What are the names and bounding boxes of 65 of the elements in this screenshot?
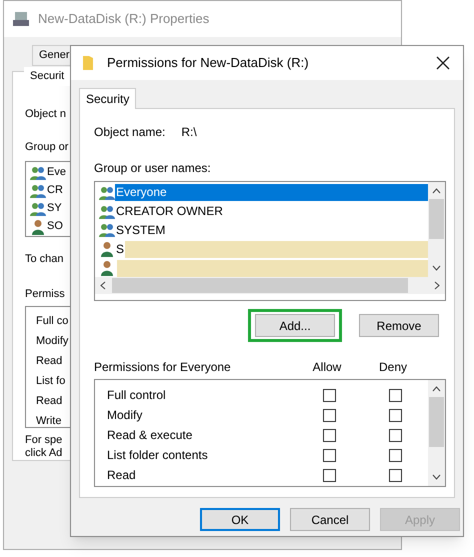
scrollbar[interactable] <box>95 277 445 294</box>
permission-name: Write <box>36 414 62 429</box>
button[interactable]: Add... <box>255 314 335 337</box>
list-item[interactable]: Eve <box>47 164 66 181</box>
close-icon <box>436 56 450 70</box>
permission-name: Read <box>36 354 62 369</box>
scroll-thumb[interactable] <box>429 199 444 239</box>
scroll-thumb[interactable] <box>112 278 408 293</box>
column-header: Allow <box>312 359 342 376</box>
people-icon <box>99 222 115 238</box>
scrollbar[interactable] <box>428 380 445 486</box>
label: Group or <box>25 140 68 154</box>
checkbox[interactable] <box>388 428 402 442</box>
window-title: New-DataDisk (R:) Properties <box>38 10 210 28</box>
scrollbar[interactable] <box>428 182 445 277</box>
folder-icon <box>83 56 93 70</box>
object-name: R:\ <box>181 124 197 141</box>
label: Permiss <box>25 286 65 302</box>
list-item[interactable]: S <box>115 240 126 258</box>
button[interactable]: Remove <box>359 314 439 337</box>
checkbox[interactable] <box>388 448 402 462</box>
button[interactable]: OK <box>200 508 280 531</box>
permission-name: Read & execute <box>107 427 194 444</box>
button[interactable]: Cancel <box>290 508 370 531</box>
person-icon <box>99 260 115 276</box>
people-icon <box>99 204 115 220</box>
permission-name: Full control <box>107 387 167 404</box>
label: Object name: <box>94 124 166 141</box>
person-icon <box>30 218 46 234</box>
checkbox[interactable] <box>388 388 402 402</box>
list-item[interactable]: Everyone <box>115 184 428 202</box>
permission-name: Full co <box>36 314 68 329</box>
permission-name: Read <box>36 394 62 409</box>
checkbox[interactable] <box>322 388 336 402</box>
permission-name: Modify <box>36 334 68 349</box>
checkbox[interactable] <box>388 468 402 482</box>
label: Permissions for Everyone <box>94 359 232 376</box>
permission-name: Modify <box>107 407 144 424</box>
permission-name: Read <box>107 467 137 484</box>
column-header: Deny <box>378 359 408 376</box>
people-icon <box>99 184 115 201</box>
checkbox[interactable] <box>322 408 336 422</box>
list-item[interactable]: SY <box>47 200 62 217</box>
help-text: For spe click Ad <box>25 434 62 460</box>
permission-name: List fo <box>36 374 66 389</box>
person-icon <box>99 241 115 258</box>
checkbox[interactable] <box>388 408 402 422</box>
list-item[interactable]: CR <box>47 182 63 199</box>
label: Object n <box>25 107 66 122</box>
checkbox[interactable] <box>322 468 336 482</box>
list-item[interactable]: SO <box>47 218 63 235</box>
window-title: Permissions for New-DataDisk (R:) <box>107 54 309 72</box>
label: Group or user names: <box>94 160 212 177</box>
people-icon <box>30 164 46 180</box>
checkbox[interactable] <box>322 448 336 462</box>
instruction-text: To chan <box>25 252 64 267</box>
scroll-thumb[interactable] <box>429 397 444 447</box>
people-icon <box>30 200 46 216</box>
checkbox[interactable] <box>322 428 336 442</box>
list-item[interactable]: SYSTEM <box>115 222 166 239</box>
people-icon <box>30 182 46 198</box>
tab[interactable]: Security <box>79 88 136 109</box>
list-item[interactable]: CREATOR OWNER <box>115 203 224 220</box>
drive-icon <box>12 11 30 27</box>
permission-name: List folder contents <box>107 447 209 464</box>
